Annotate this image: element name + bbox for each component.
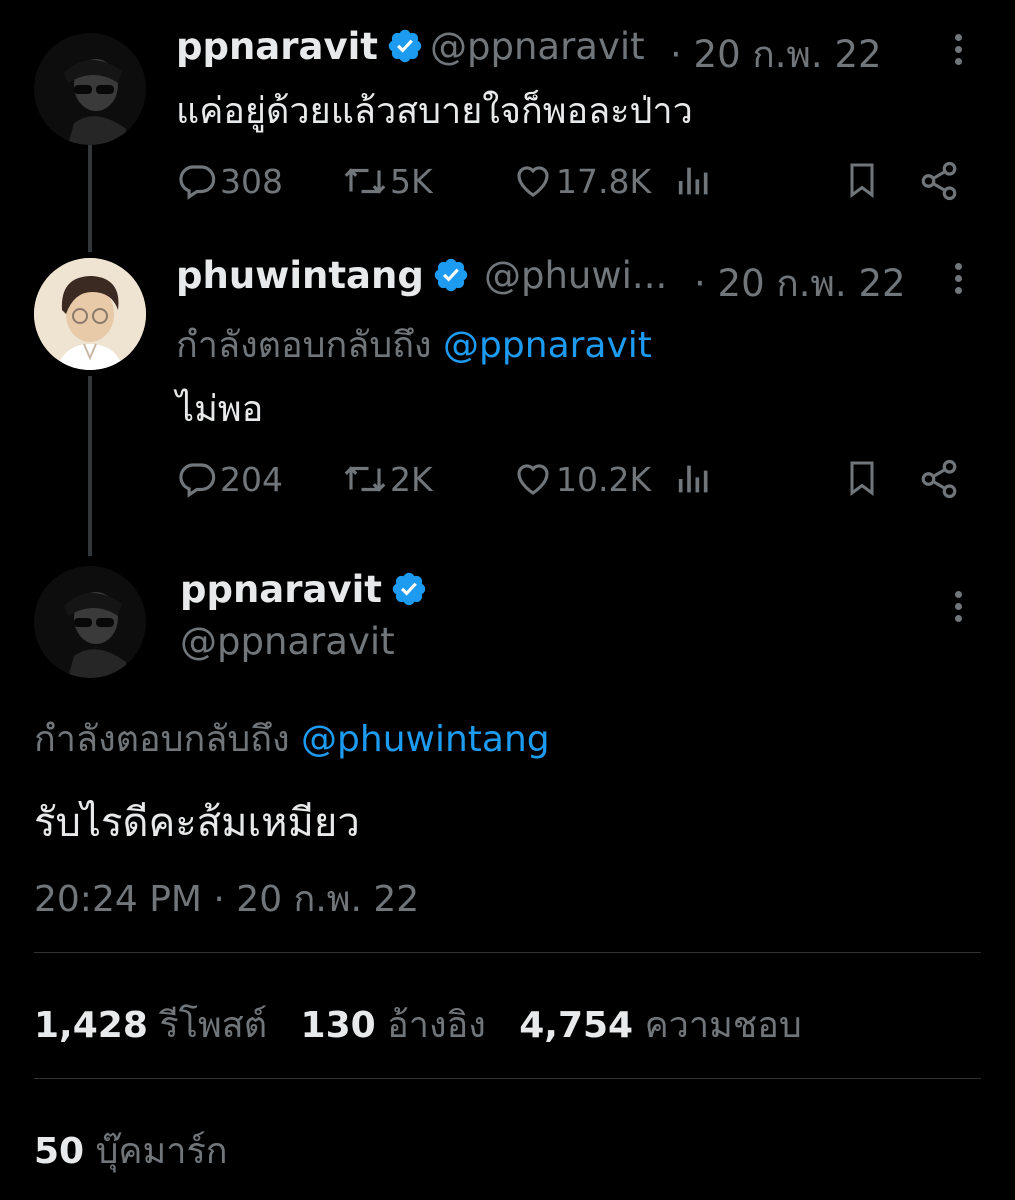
tweet-text: รับไรดีคะส้มเหมียว (34, 800, 360, 846)
more-icon[interactable] (955, 591, 963, 627)
like-count: 10.2K (556, 459, 652, 499)
share-button[interactable] (918, 458, 960, 500)
reply-icon (179, 165, 216, 200)
replying-to-label: กำลังตอบกลับถึง (34, 719, 290, 760)
replying-to-label: กำลังตอบกลับถึง (176, 325, 432, 366)
retweets-stat[interactable]: 1,428 รีโพสต์ (34, 1005, 267, 1046)
reply-count: 308 (220, 161, 283, 201)
share-icon (921, 459, 957, 499)
retweet-button[interactable]: 5K (342, 160, 433, 202)
bookmarks-count: 50 (34, 1131, 85, 1172)
reply-button[interactable]: 204 (176, 458, 283, 500)
bookmark-button[interactable] (842, 456, 882, 500)
bookmarks-stat[interactable]: 50 บุ๊คมาร์ก (34, 1122, 228, 1179)
like-button[interactable]: 10.2K (512, 458, 651, 500)
quotes-count: 130 (300, 1005, 376, 1046)
likes-label: ความชอบ (644, 1005, 802, 1046)
retweet-icon (344, 168, 386, 194)
retweet-icon (344, 466, 386, 492)
author-handle[interactable]: @ppnaravit (180, 620, 395, 663)
mention-link[interactable]: @ppnaravit (443, 325, 652, 366)
share-button[interactable] (918, 160, 960, 202)
share-icon (921, 161, 957, 201)
verified-badge-icon (388, 29, 422, 63)
bookmark-button[interactable] (842, 158, 882, 202)
thread-line (88, 140, 92, 252)
replying-to: กำลังตอบกลับถึง @ppnaravit (176, 316, 652, 373)
divider (34, 1078, 981, 1079)
replying-to: กำลังตอบกลับถึง @phuwintang (34, 710, 550, 767)
verified-badge-icon (392, 572, 426, 606)
tweet-timestamp[interactable]: 20:24 PM · 20 ก.พ. 22 (34, 870, 419, 927)
like-icon (517, 464, 549, 495)
retweet-count: 2K (390, 459, 433, 499)
tweet-text: แค่อยู่ด้วยแล้วสบายใจก็พอละป่าว (176, 91, 693, 132)
retweets-count: 1,428 (34, 1005, 148, 1046)
bookmarks-label: บุ๊คมาร์ก (95, 1131, 228, 1172)
like-icon (517, 166, 549, 197)
reply-button[interactable]: 308 (176, 160, 283, 202)
tweet-date[interactable]: · 20 ก.พ. 22 (694, 254, 906, 313)
author-name-text: ppnaravit (176, 25, 378, 68)
views-icon (678, 465, 708, 493)
views-button[interactable] (674, 160, 714, 202)
reply-count: 204 (220, 459, 283, 499)
author-name[interactable]: phuwintang (176, 254, 470, 297)
engagement-stats: 1,428 รีโพสต์ 130 อ้างอิง 4,754 ความชอบ (34, 996, 802, 1053)
views-icon (678, 167, 708, 195)
bookmark-icon (850, 461, 874, 496)
more-icon[interactable] (955, 34, 963, 70)
author-name-text: ppnaravit (180, 568, 382, 611)
like-count: 17.8K (556, 161, 652, 201)
author-name-text: phuwintang (176, 254, 424, 297)
quotes-stat[interactable]: 130 อ้างอิง (301, 1005, 486, 1046)
avatar[interactable] (34, 33, 146, 145)
views-button[interactable] (674, 458, 714, 500)
verified-badge-icon (434, 258, 468, 292)
divider (34, 952, 981, 953)
thread-line (88, 376, 92, 556)
author-name[interactable]: ppnaravit (180, 568, 428, 611)
likes-stat[interactable]: 4,754 ความชอบ (519, 1005, 801, 1046)
reply-icon (179, 463, 216, 498)
tweet-text: ไม่พอ (176, 389, 264, 430)
bookmark-icon (850, 163, 874, 198)
like-button[interactable]: 17.8K (512, 160, 651, 202)
quotes-label: อ้างอิง (387, 1005, 486, 1046)
likes-count: 4,754 (519, 1005, 634, 1046)
mention-link[interactable]: @phuwintang (301, 719, 550, 760)
retweet-count: 5K (390, 161, 433, 201)
author-handle[interactable]: @ppnaravit (430, 25, 645, 68)
tweet-date[interactable]: · 20 ก.พ. 22 (670, 25, 882, 84)
author-handle[interactable]: @phuwi... (484, 254, 667, 297)
avatar[interactable] (34, 258, 146, 370)
avatar[interactable] (34, 566, 146, 678)
retweet-button[interactable]: 2K (342, 458, 433, 500)
author-name[interactable]: ppnaravit (176, 25, 424, 68)
more-icon[interactable] (955, 263, 963, 299)
retweets-label: รีโพสต์ (159, 1005, 268, 1046)
